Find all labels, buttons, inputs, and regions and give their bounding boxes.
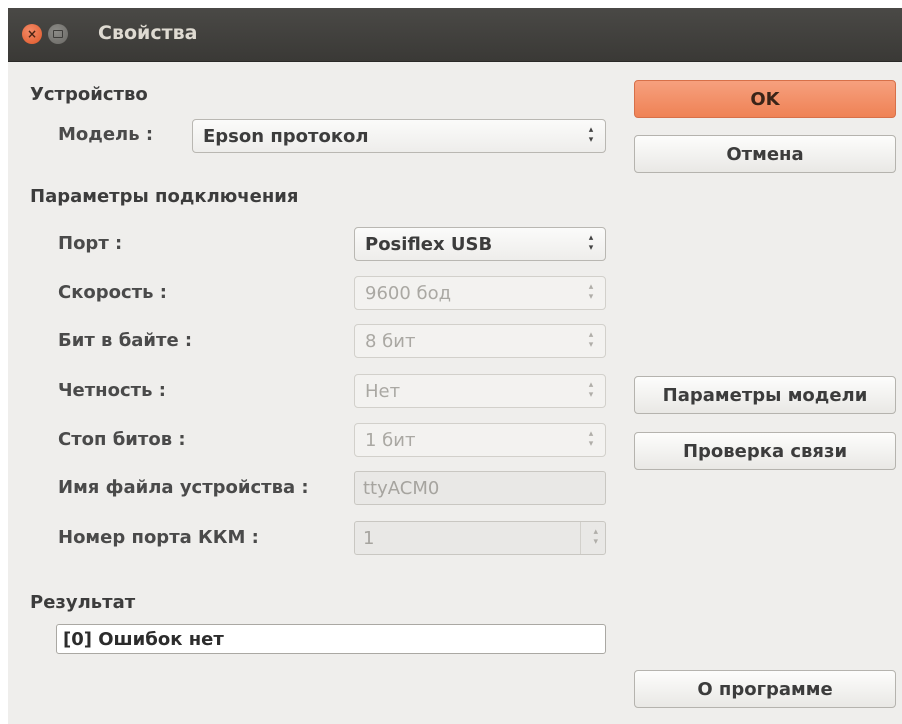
parity-select: Нет ▴ ▾ — [354, 374, 606, 408]
port-value: Posiflex USB — [365, 234, 493, 255]
result-field[interactable]: [0] Ошибок нет — [56, 624, 606, 654]
speed-value: 9600 бод — [365, 283, 452, 304]
window-title: Свойства — [98, 22, 198, 44]
close-icon[interactable]: × — [22, 24, 42, 44]
about-button[interactable]: О программе — [634, 670, 896, 708]
model-label: Модель : — [58, 124, 154, 145]
kkm-port-label: Номер порта ККМ : — [58, 527, 259, 548]
device-file-field: ttyACM0 — [354, 471, 606, 505]
spinner-divider — [580, 522, 581, 554]
spin-arrows-icon: ▴ ▾ — [588, 125, 594, 145]
stop-bits-label: Стоп битов : — [58, 429, 186, 450]
model-params-button[interactable]: Параметры модели — [634, 376, 896, 414]
bits-label: Бит в байте : — [58, 330, 193, 351]
spin-arrows-icon: ▴ ▾ — [588, 330, 594, 350]
result-value: [0] Ошибок нет — [63, 629, 224, 650]
spin-arrows-icon: ▴ ▾ — [588, 429, 594, 449]
kkm-port-spinner: 1 ▴ ▾ — [354, 521, 606, 555]
minimize-icon[interactable] — [48, 24, 68, 44]
bits-select: 8 бит ▴ ▾ — [354, 324, 606, 358]
device-section-title: Устройство — [30, 84, 148, 105]
device-file-value: ttyACM0 — [363, 478, 440, 499]
kkm-port-value: 1 — [363, 528, 375, 549]
speed-label: Скорость : — [58, 282, 167, 303]
port-label: Порт : — [58, 233, 123, 254]
result-section-title: Результат — [30, 592, 136, 613]
connection-section-title: Параметры подключения — [30, 186, 299, 207]
ok-button[interactable]: OK — [634, 80, 896, 118]
bits-value: 8 бит — [365, 331, 416, 352]
spin-arrows-icon: ▴ ▾ — [588, 380, 594, 400]
spin-arrows-icon: ▴ ▾ — [588, 233, 594, 253]
spin-arrows-icon: ▴ ▾ — [593, 527, 598, 547]
check-connection-button[interactable]: Проверка связи — [634, 432, 896, 470]
port-select[interactable]: Posiflex USB ▴ ▾ — [354, 227, 606, 261]
title-bar[interactable]: × Свойства — [8, 8, 902, 62]
model-value: Epson протокол — [203, 126, 369, 147]
stop-bits-value: 1 бит — [365, 430, 416, 451]
device-file-label: Имя файла устройства : — [58, 477, 309, 498]
speed-select: 9600 бод ▴ ▾ — [354, 276, 606, 310]
parity-value: Нет — [365, 381, 401, 402]
spin-arrows-icon: ▴ ▾ — [588, 282, 594, 302]
model-select[interactable]: Epson протокол ▴ ▾ — [192, 119, 606, 153]
cancel-button[interactable]: Отмена — [634, 135, 896, 173]
parity-label: Четность : — [58, 380, 166, 401]
properties-dialog: × Свойства Устройство Модель : Epson про… — [8, 8, 902, 724]
stop-bits-select: 1 бит ▴ ▾ — [354, 423, 606, 457]
